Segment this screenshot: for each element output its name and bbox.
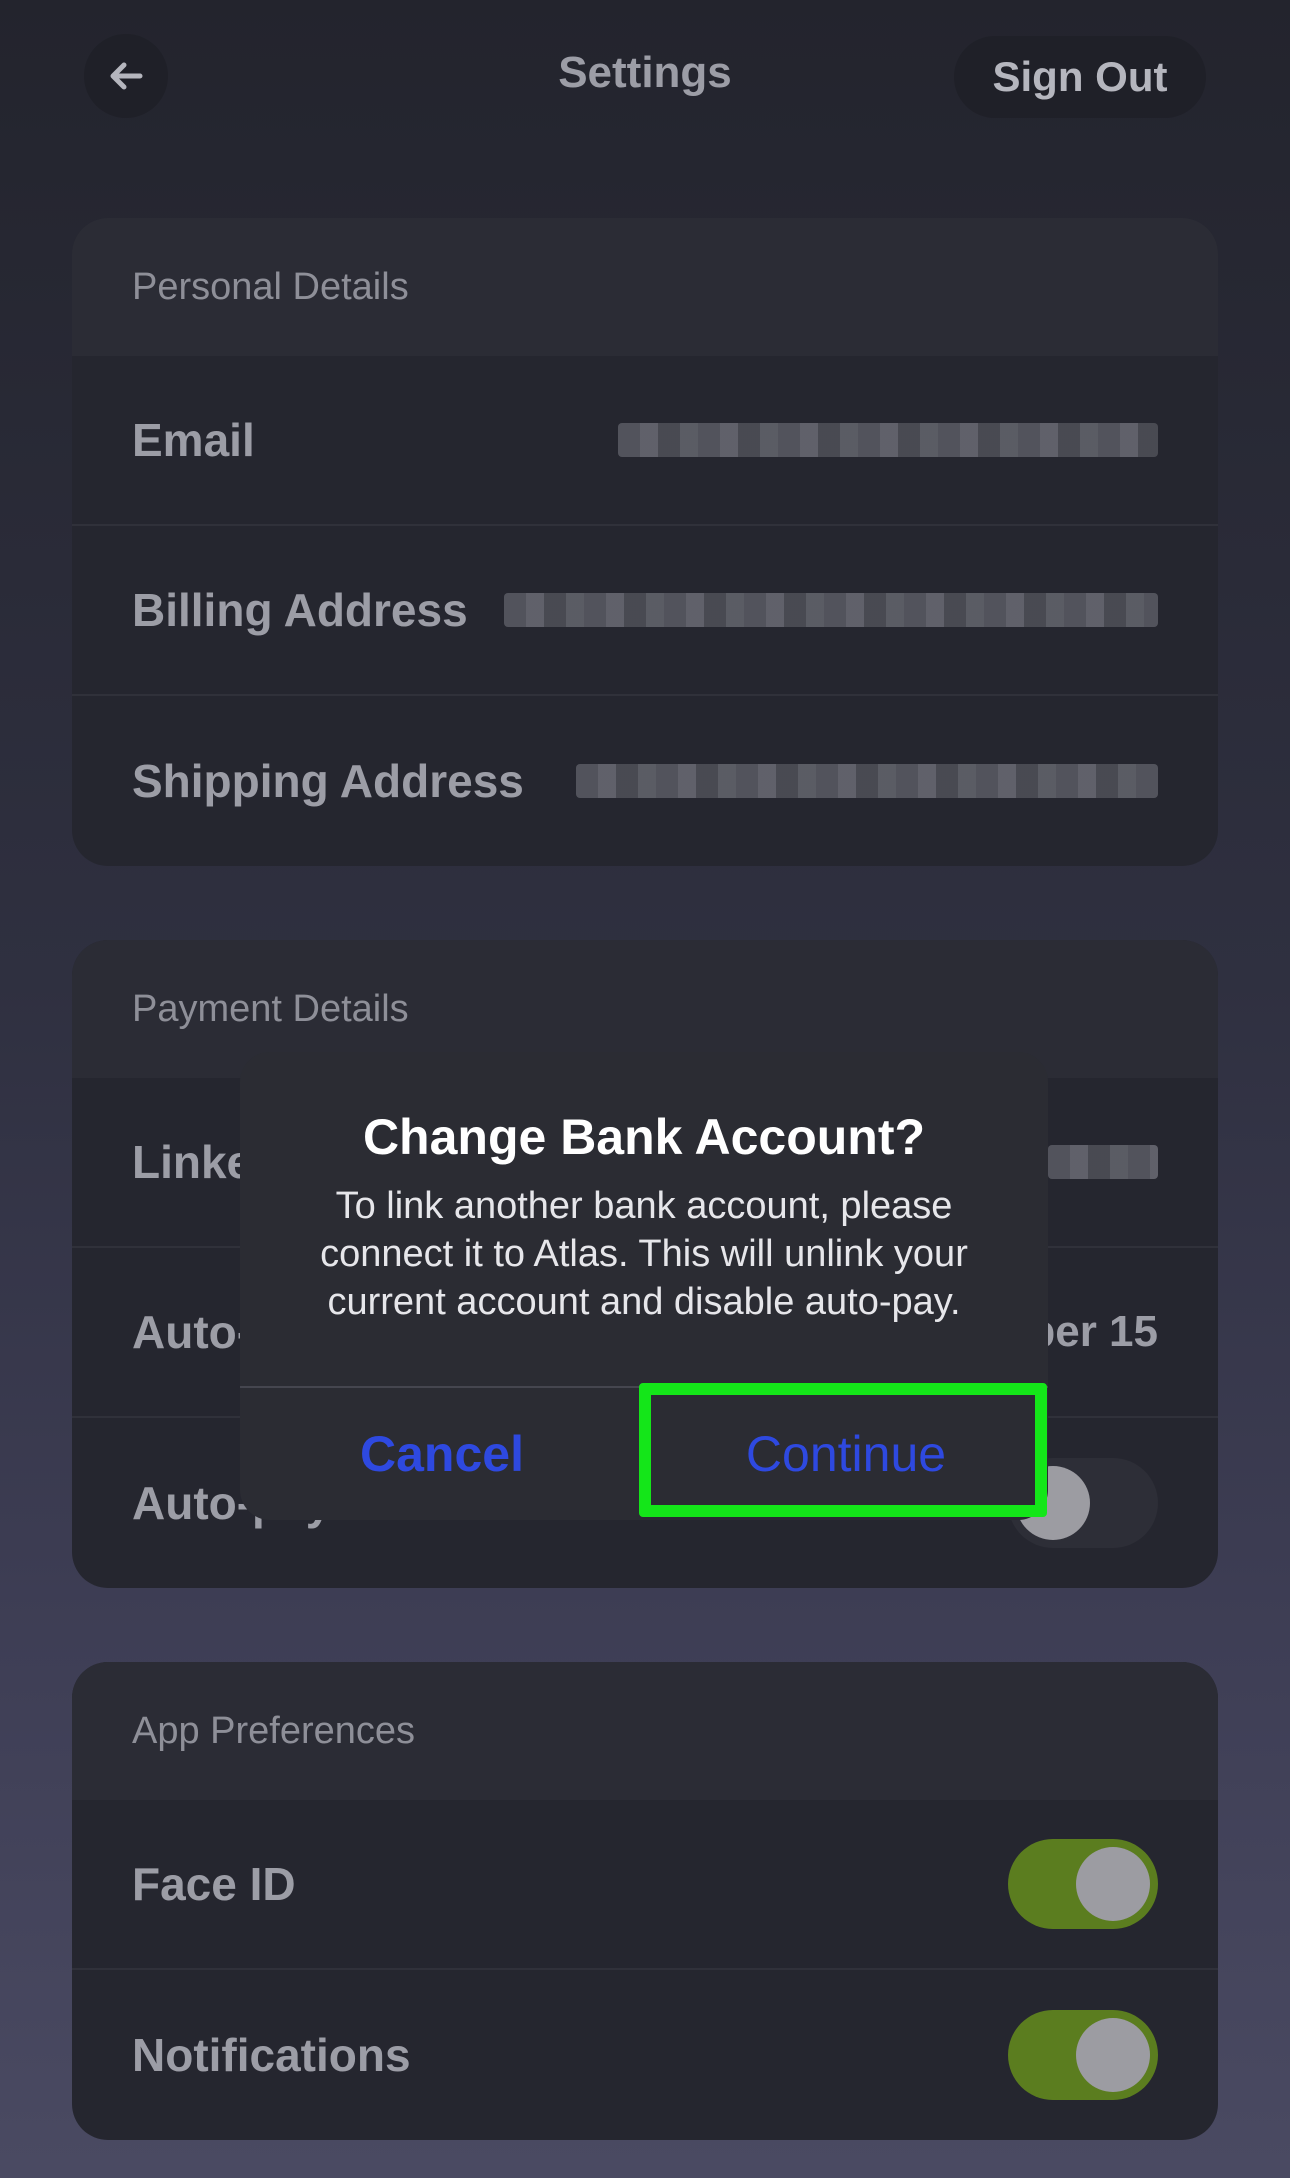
section-title: Personal Details	[72, 218, 1218, 356]
billing-address-row[interactable]: Billing Address	[72, 526, 1218, 696]
redacted-value	[576, 764, 1158, 798]
personal-details-card: Personal Details Email Billing Address S…	[72, 218, 1218, 866]
row-label: Shipping Address	[132, 755, 524, 807]
row-label: Face ID	[132, 1858, 296, 1910]
row-label: Email	[132, 414, 255, 466]
row-label: Notifications	[132, 2029, 411, 2081]
row-label: Linke	[132, 1136, 253, 1188]
dialog-title: Change Bank Account?	[362, 1109, 926, 1165]
sign-out-button[interactable]: Sign Out	[954, 36, 1206, 118]
cancel-button[interactable]: Cancel	[240, 1388, 644, 1520]
toggle-knob	[1076, 1847, 1150, 1921]
email-row[interactable]: Email	[72, 356, 1218, 526]
face-id-row: Face ID	[72, 1800, 1218, 1970]
row-label: Auto-	[132, 1306, 253, 1358]
section-title: App Preferences	[72, 1662, 1218, 1800]
row-label: Billing Address	[132, 584, 468, 636]
app-preferences-card: App Preferences Face ID Notifications	[72, 1662, 1218, 2140]
toggle-knob	[1076, 2018, 1150, 2092]
face-id-toggle[interactable]	[1008, 1839, 1158, 1929]
shipping-address-row[interactable]: Shipping Address	[72, 696, 1218, 866]
notifications-row: Notifications	[72, 1970, 1218, 2140]
redacted-value	[618, 423, 1158, 457]
redacted-value	[1048, 1145, 1158, 1179]
continue-highlight-box	[639, 1383, 1047, 1517]
dialog-message: To link another bank account, please con…	[320, 1185, 968, 1323]
redacted-value	[504, 593, 1158, 627]
notifications-toggle[interactable]	[1008, 2010, 1158, 2100]
